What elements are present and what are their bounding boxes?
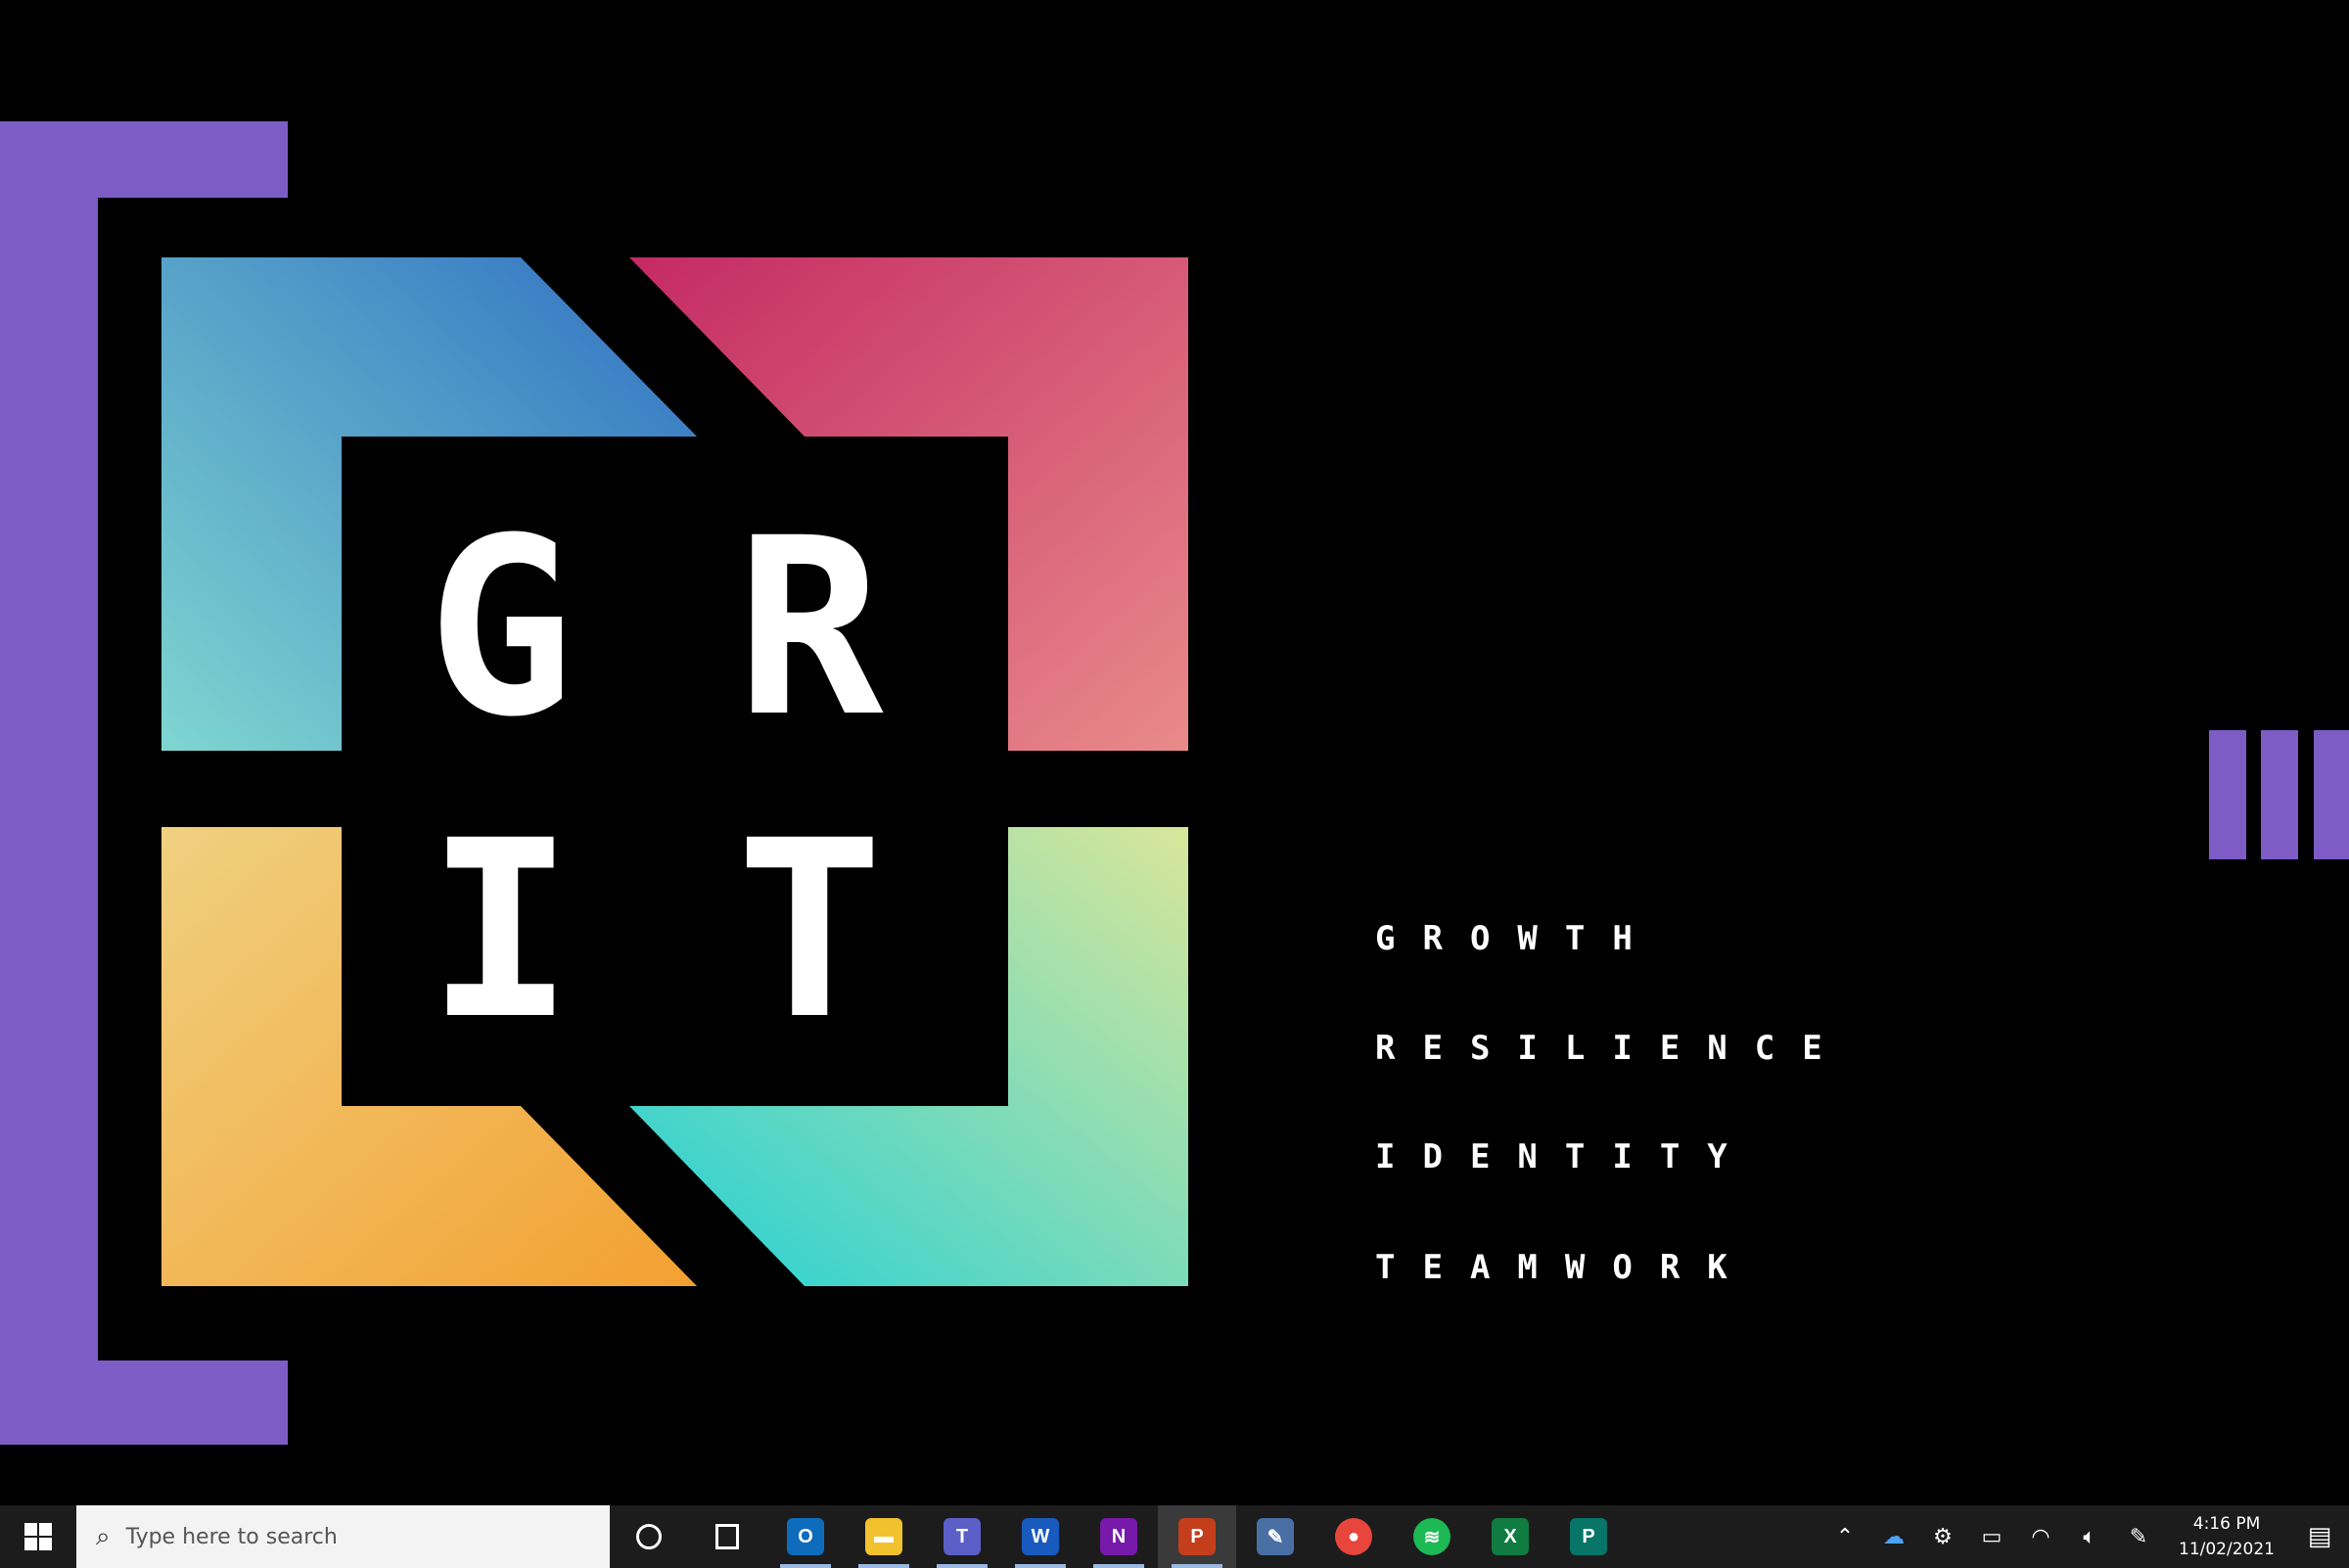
logo-letter-r: R <box>736 485 884 770</box>
logo-letter-t: T <box>736 788 884 1073</box>
teams-taskbar-button[interactable]: T <box>923 1505 1001 1568</box>
file-explorer-taskbar-button[interactable]: ▬ <box>845 1505 923 1568</box>
teams-icon: T <box>944 1518 981 1555</box>
clock-date: 11/02/2021 <box>2179 1540 2275 1559</box>
publisher-icon: P <box>1570 1518 1607 1555</box>
powerpoint-taskbar-button[interactable]: P <box>1158 1505 1236 1568</box>
clock-time: 4:16 PM <box>2192 1514 2261 1534</box>
battery-icon[interactable]: ▭ <box>1967 1525 2016 1549</box>
running-indicator <box>780 1564 831 1568</box>
powerpoint-icon: P <box>1178 1518 1216 1555</box>
desktop: G R I T GROWTH RESILIENCE IDENTITY TEAMW… <box>0 0 2349 1505</box>
task-view-button[interactable] <box>688 1505 766 1568</box>
logo-letter-g: G <box>427 485 575 770</box>
running-indicator <box>858 1564 909 1568</box>
tray-app-icon[interactable]: ⚙ <box>1918 1525 1967 1549</box>
onedrive-icon[interactable]: ☁ <box>1869 1525 1918 1549</box>
onenote-taskbar-button[interactable]: N <box>1080 1505 1158 1568</box>
onenote-icon: N <box>1100 1518 1137 1555</box>
running-indicator <box>1093 1564 1144 1568</box>
running-indicator <box>937 1564 988 1568</box>
task-view-icon <box>715 1524 739 1549</box>
running-indicator <box>1015 1564 1066 1568</box>
word-icon: W <box>1022 1518 1059 1555</box>
pen-icon[interactable]: ✎ <box>2114 1525 2163 1549</box>
word-identity: IDENTITY <box>1375 1137 1755 1176</box>
chrome-icon: ● <box>1335 1518 1372 1555</box>
network-icon[interactable]: ◠ <box>2016 1525 2065 1549</box>
publisher-taskbar-button[interactable]: P <box>1549 1505 1628 1568</box>
running-indicator <box>1172 1564 1222 1568</box>
file-explorer-icon: ▬ <box>865 1518 902 1555</box>
purple-stripe <box>2261 730 2298 859</box>
word-growth: GROWTH <box>1375 919 1660 958</box>
clock[interactable]: 4:16 PM 11/02/2021 <box>2163 1511 2290 1562</box>
word-teamwork: TEAMWORK <box>1375 1248 1755 1287</box>
paint-taskbar-button[interactable]: ✎ <box>1236 1505 1314 1568</box>
search-input[interactable]: ⌕ Type here to search <box>76 1505 610 1568</box>
excel-icon: X <box>1492 1518 1529 1555</box>
cortana-circle-icon <box>636 1524 662 1549</box>
logo-teal-shape <box>629 827 1188 1286</box>
chevron-up-icon[interactable]: ⌃ <box>1820 1525 1869 1549</box>
volume-icon[interactable]: 🔈︎ <box>2065 1525 2114 1549</box>
search-placeholder: Type here to search <box>125 1524 338 1549</box>
spotify-taskbar-button[interactable]: ≋ <box>1393 1505 1471 1568</box>
taskbar: ⌕ Type here to search O ▬ T W N P ✎ ● ≋ X P ⌃ ☁ ⚙ … <box>0 1505 2349 1568</box>
word-resilience: RESILIENCE <box>1375 1029 1850 1068</box>
grit-logo-graphic <box>161 257 1188 1286</box>
outlook-taskbar-button[interactable]: O <box>766 1505 845 1568</box>
paint-icon: ✎ <box>1257 1518 1294 1555</box>
outlook-icon: O <box>787 1518 824 1555</box>
purple-stripe <box>2314 730 2349 859</box>
notification-icon[interactable]: ▤ <box>2290 1522 2349 1551</box>
word-taskbar-button[interactable]: W <box>1001 1505 1080 1568</box>
logo-letter-i: I <box>427 788 575 1073</box>
spotify-icon: ≋ <box>1413 1518 1451 1555</box>
windows-icon <box>24 1523 52 1550</box>
chrome-taskbar-button[interactable]: ● <box>1314 1505 1393 1568</box>
start-button[interactable] <box>0 1505 76 1568</box>
system-tray: ⌃ ☁ ⚙ ▭ ◠ 🔈︎ ✎ 4:16 PM 11/02/2021 ▤ <box>1820 1505 2349 1568</box>
search-icon: ⌕ <box>96 1521 111 1551</box>
logo-pink-shape <box>629 257 1188 751</box>
cortana-button[interactable] <box>610 1505 688 1568</box>
purple-stripe <box>2209 730 2246 859</box>
excel-taskbar-button[interactable]: X <box>1471 1505 1549 1568</box>
